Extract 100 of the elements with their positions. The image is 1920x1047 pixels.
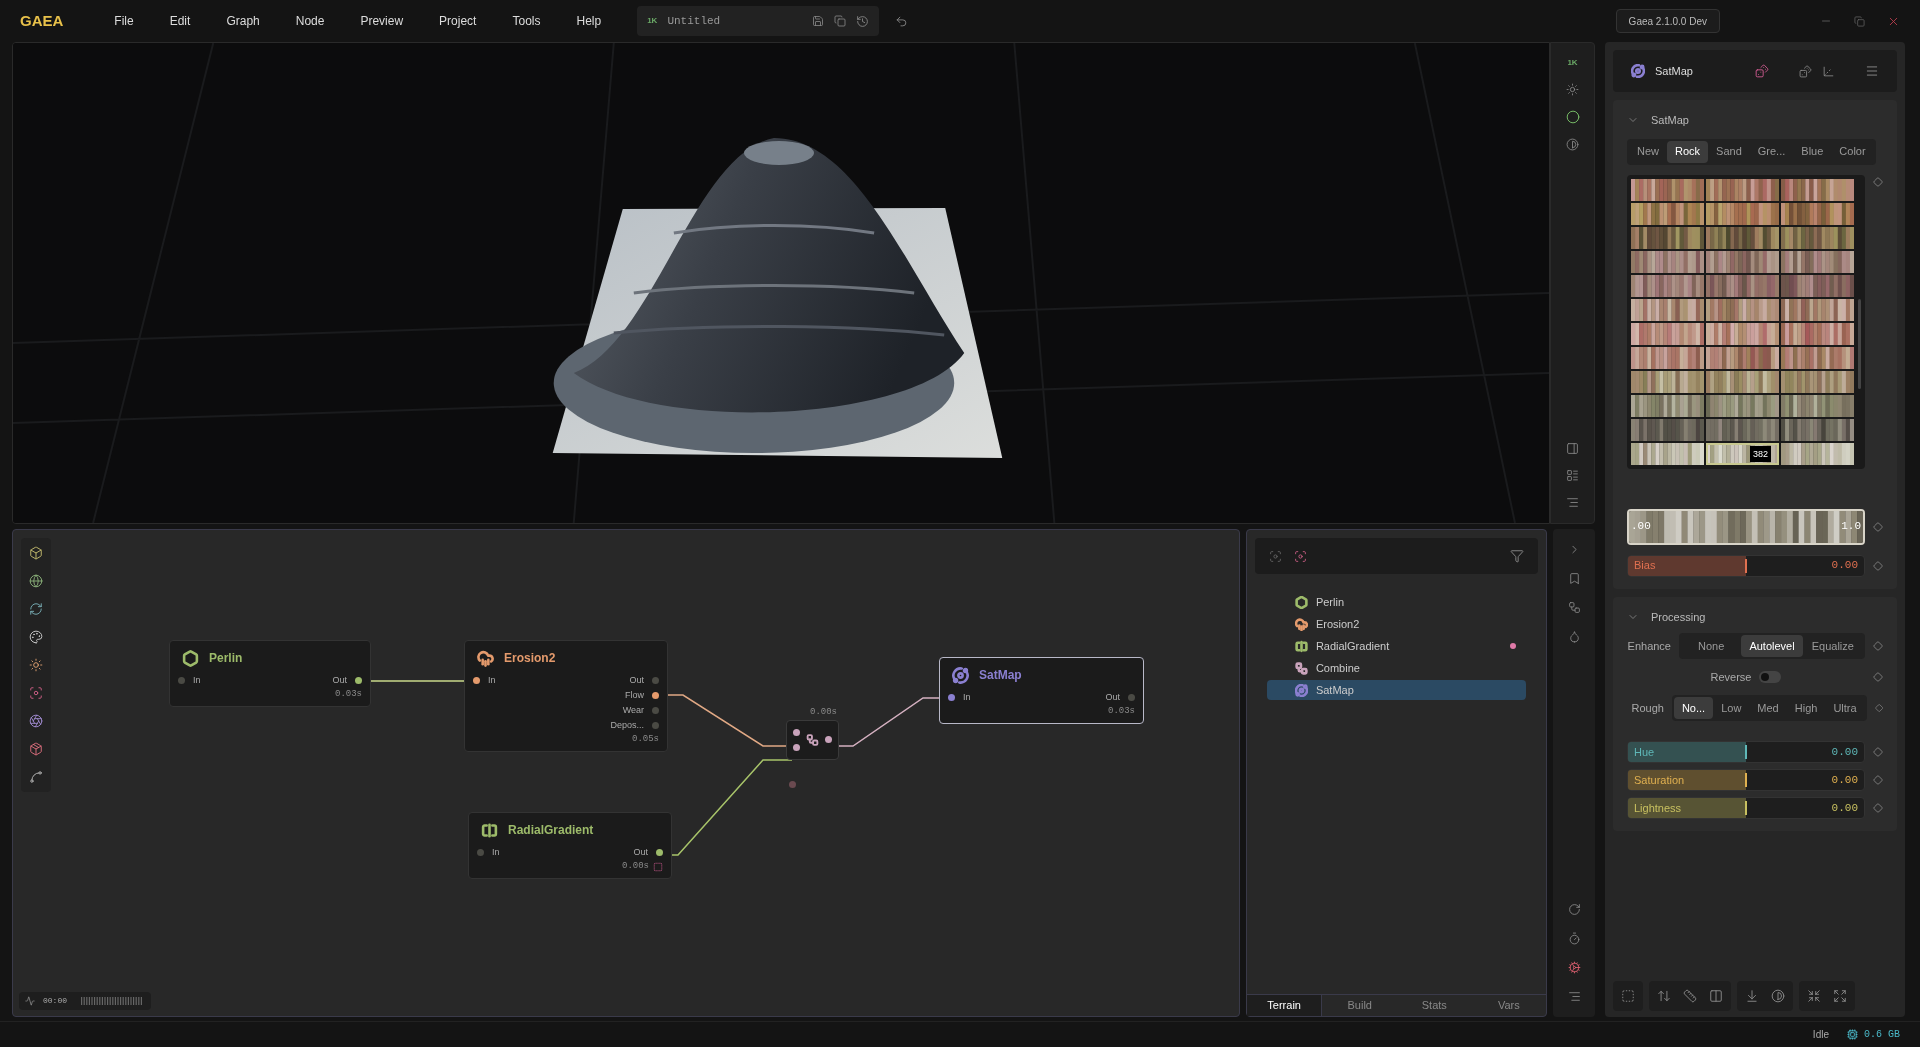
contrast-icon[interactable] bbox=[1566, 138, 1579, 151]
graph-node[interactable]: Perlin In Out 0.03s bbox=[169, 640, 371, 707]
gradient-swatch[interactable] bbox=[1631, 442, 1704, 465]
panel-tab[interactable]: Vars bbox=[1471, 995, 1547, 1016]
menu-icon[interactable] bbox=[1566, 496, 1579, 509]
segment-option[interactable]: New bbox=[1629, 140, 1667, 163]
gradient-swatch[interactable] bbox=[1631, 418, 1704, 441]
gradient-swatch[interactable] bbox=[1631, 346, 1704, 369]
gradient-swatch[interactable] bbox=[1781, 274, 1854, 297]
columns-icon[interactable] bbox=[1709, 989, 1723, 1003]
gradient-swatch[interactable] bbox=[1706, 178, 1779, 201]
gradient-swatch[interactable] bbox=[1706, 202, 1779, 225]
segment-option[interactable]: Gre... bbox=[1749, 140, 1794, 163]
axes-icon[interactable] bbox=[1822, 64, 1835, 78]
panel-tab[interactable]: Terrain bbox=[1246, 995, 1323, 1016]
node-list-item[interactable]: Perlin bbox=[1266, 592, 1527, 612]
gradient-swatch[interactable] bbox=[1706, 394, 1779, 417]
gradient-swatch[interactable] bbox=[1631, 394, 1704, 417]
keyframe-icon[interactable] bbox=[1873, 775, 1883, 785]
segment-option[interactable]: Rock bbox=[1667, 140, 1709, 163]
circle-icon[interactable] bbox=[1565, 110, 1580, 124]
save-icon[interactable] bbox=[812, 15, 825, 27]
menu-item[interactable]: Graph bbox=[220, 12, 266, 30]
combine-node[interactable] bbox=[786, 719, 839, 760]
gradient-swatch[interactable] bbox=[1631, 298, 1704, 321]
history-icon[interactable] bbox=[856, 14, 870, 28]
gradient-swatch[interactable] bbox=[1706, 250, 1779, 273]
download-icon[interactable] bbox=[1745, 989, 1759, 1003]
gradient-swatch[interactable] bbox=[1631, 322, 1704, 345]
slider[interactable]: Lightness 0.00 bbox=[1627, 797, 1865, 819]
gradient-swatch[interactable] bbox=[1631, 202, 1704, 225]
globe-icon[interactable] bbox=[29, 574, 43, 588]
segment-option[interactable]: High bbox=[1786, 697, 1826, 719]
gradient-swatch[interactable] bbox=[1706, 370, 1779, 393]
gradient-swatch[interactable] bbox=[1706, 322, 1779, 345]
contrast-icon[interactable] bbox=[1771, 989, 1785, 1003]
toggle-switch[interactable] bbox=[1759, 671, 1782, 683]
resolution-label[interactable]: 1K bbox=[647, 15, 658, 27]
node-list-item[interactable]: Erosion2 bbox=[1266, 614, 1527, 634]
gradient-swatch[interactable] bbox=[1631, 250, 1704, 273]
scrollbar[interactable] bbox=[1858, 298, 1861, 389]
segment-option[interactable]: Equalize bbox=[1802, 635, 1863, 657]
menu-item[interactable]: Tools bbox=[506, 12, 547, 30]
resolution-label[interactable]: 1K bbox=[1567, 57, 1578, 69]
rotate-icon[interactable] bbox=[1567, 903, 1581, 916]
refresh-icon[interactable] bbox=[29, 602, 43, 616]
gradient-swatch[interactable] bbox=[1706, 226, 1779, 249]
filter-icon[interactable] bbox=[1510, 549, 1525, 563]
gradient-swatch[interactable] bbox=[1631, 370, 1704, 393]
slider[interactable]: Bias 0.00 bbox=[1627, 554, 1865, 577]
gradient-swatch[interactable] bbox=[1706, 274, 1779, 297]
keyframe-icon[interactable] bbox=[1874, 703, 1883, 713]
gradient-swatch[interactable] bbox=[1781, 346, 1854, 369]
gradient-swatch[interactable] bbox=[1781, 178, 1854, 201]
menu-item[interactable]: Help bbox=[570, 12, 608, 30]
expand-icon[interactable] bbox=[1833, 989, 1847, 1003]
version-button[interactable]: Gaea 2.1.0.0 Dev bbox=[1615, 9, 1720, 33]
palette-icon[interactable] bbox=[29, 630, 43, 644]
menu-item[interactable]: Edit bbox=[163, 12, 197, 30]
gradient-swatch[interactable] bbox=[1631, 226, 1704, 249]
aperture-icon[interactable] bbox=[29, 714, 43, 728]
panel-icon[interactable] bbox=[1566, 442, 1579, 455]
menu-item[interactable]: Preview bbox=[354, 12, 410, 30]
gradient-swatch[interactable] bbox=[1781, 442, 1854, 465]
keyframe-icon[interactable] bbox=[1873, 641, 1883, 651]
keyframe-icon[interactable] bbox=[1873, 803, 1883, 813]
gradient-swatch[interactable] bbox=[1781, 202, 1854, 225]
gradient-swatch[interactable] bbox=[1706, 418, 1779, 441]
arrows-icon[interactable] bbox=[1657, 989, 1671, 1003]
gradient-swatch[interactable] bbox=[1781, 250, 1854, 273]
dice-icon[interactable] bbox=[1799, 64, 1812, 78]
undo-icon[interactable] bbox=[895, 14, 909, 28]
gradient-swatch[interactable] bbox=[1631, 274, 1704, 297]
layout-icon[interactable] bbox=[1566, 469, 1579, 482]
keyframe-icon[interactable] bbox=[1873, 560, 1883, 571]
dice-icon[interactable] bbox=[1755, 64, 1769, 78]
segment-option[interactable]: Sand bbox=[1708, 140, 1750, 163]
gradient-swatch[interactable] bbox=[1781, 370, 1854, 393]
gradient-swatch[interactable] bbox=[1781, 226, 1854, 249]
drop-icon[interactable] bbox=[1567, 630, 1581, 643]
segment-option[interactable]: Autolevel bbox=[1741, 635, 1803, 657]
graph-icon[interactable] bbox=[1567, 601, 1581, 614]
curve-icon[interactable] bbox=[29, 770, 43, 784]
graph-node[interactable]: Erosion2 In Out Flow Wear Depos... 0.05s bbox=[464, 640, 668, 752]
panel-tab[interactable]: Stats bbox=[1397, 995, 1472, 1016]
segment-option[interactable]: None bbox=[1681, 635, 1742, 657]
node-list-item[interactable]: SatMap bbox=[1266, 680, 1527, 700]
menu-icon[interactable] bbox=[1865, 64, 1879, 78]
node-list-item[interactable]: Combine bbox=[1266, 658, 1527, 678]
slider[interactable]: Saturation 0.00 bbox=[1627, 769, 1865, 791]
cube-icon[interactable] bbox=[29, 546, 43, 560]
segment-option[interactable]: Ultra bbox=[1825, 697, 1865, 719]
gear-icon[interactable] bbox=[1567, 961, 1581, 974]
package-icon[interactable] bbox=[29, 742, 43, 756]
keyframe-icon[interactable] bbox=[1873, 176, 1883, 187]
ruler-icon[interactable] bbox=[1683, 989, 1697, 1003]
menu-item[interactable]: File bbox=[108, 12, 140, 30]
menu-item[interactable]: Node bbox=[289, 12, 331, 30]
gradient-swatch[interactable] bbox=[1631, 178, 1704, 201]
keyframe-icon[interactable] bbox=[1873, 747, 1883, 757]
